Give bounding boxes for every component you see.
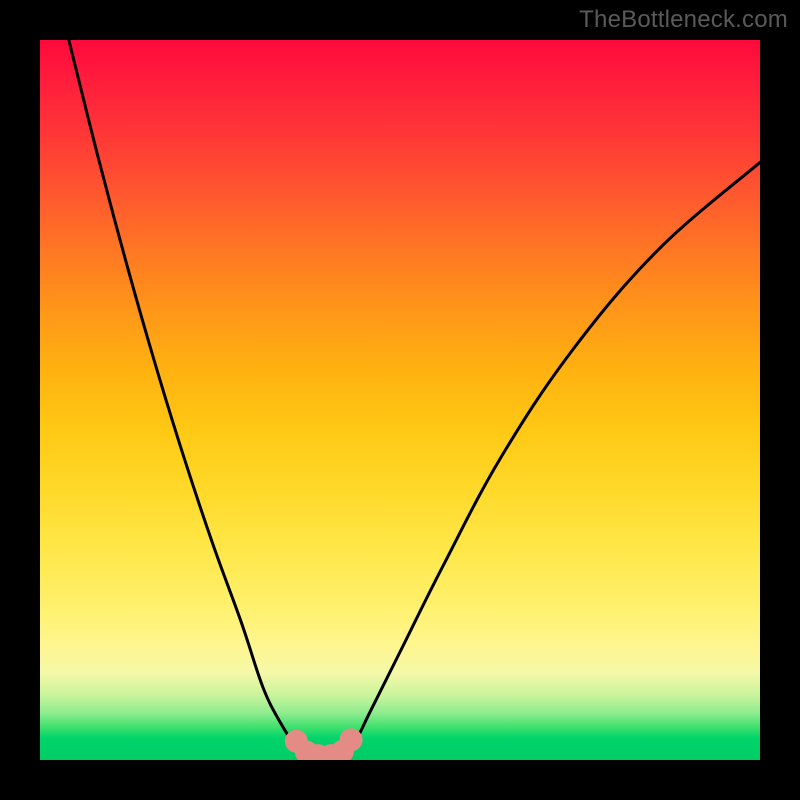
- data-marker: [340, 728, 363, 751]
- curve-right-curve: [342, 162, 760, 756]
- watermark-text: TheBottleneck.com: [579, 6, 788, 34]
- plot-area: [40, 40, 760, 760]
- curve-layer: [40, 40, 760, 760]
- curve-left-curve: [69, 40, 314, 756]
